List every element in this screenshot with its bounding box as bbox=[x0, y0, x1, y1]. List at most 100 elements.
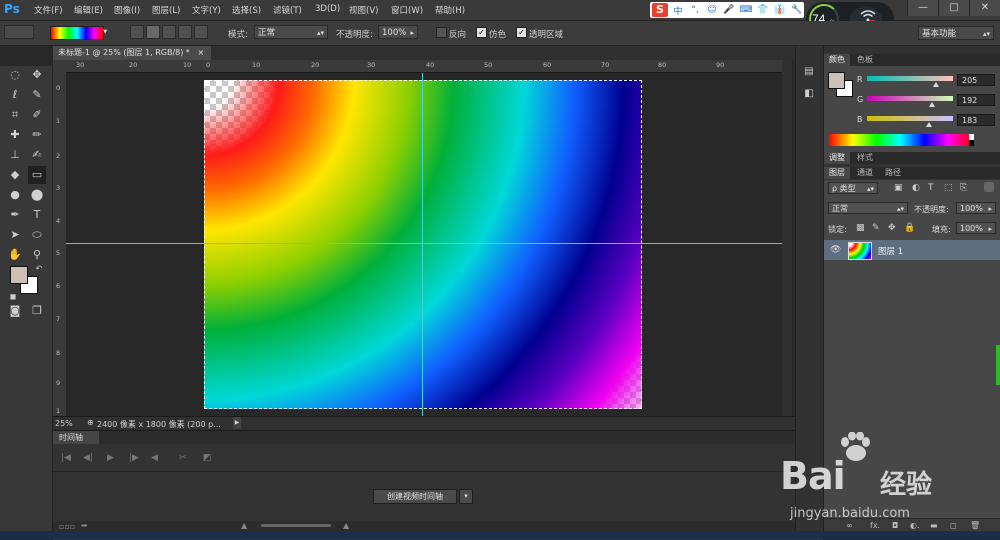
render-icon[interactable]: ➦ bbox=[81, 521, 88, 530]
tab-channels[interactable]: 通道 bbox=[852, 167, 878, 179]
chinese-mode-icon[interactable]: 中 bbox=[671, 4, 685, 17]
tab-layers[interactable]: 图层 bbox=[824, 167, 850, 179]
horizontal-guide[interactable] bbox=[66, 243, 782, 244]
menu-filter[interactable]: 滤镜(T) bbox=[273, 4, 302, 16]
red-slider-thumb[interactable] bbox=[932, 82, 939, 87]
quick-select-icon[interactable]: ✎ bbox=[28, 86, 46, 104]
keyboard-icon[interactable]: ⌨ bbox=[739, 5, 753, 15]
zoom-in-icon[interactable]: ▲ bbox=[343, 521, 349, 530]
swap-colors-icon[interactable]: ↶ bbox=[30, 260, 48, 278]
canvas-scrollbar[interactable] bbox=[782, 60, 792, 417]
shape-filter-icon[interactable]: ⬚ bbox=[944, 183, 953, 193]
menu-type[interactable]: 文字(Y) bbox=[192, 4, 221, 16]
scroll-indicator[interactable] bbox=[996, 345, 1000, 385]
close-button[interactable]: ✕ bbox=[969, 0, 1000, 16]
foreground-color-front[interactable] bbox=[10, 266, 28, 284]
lock-transparent-icon[interactable]: ▩ bbox=[856, 223, 865, 233]
menu-file[interactable]: 文件(F) bbox=[34, 4, 63, 16]
create-video-timeline-button[interactable]: 创建视频时间轴 bbox=[373, 489, 457, 504]
tab-styles[interactable]: 样式 bbox=[852, 152, 878, 164]
green-slider[interactable] bbox=[867, 96, 953, 101]
maximize-button[interactable]: □ bbox=[938, 0, 969, 16]
quick-mask-icon[interactable]: ◙ bbox=[6, 302, 24, 320]
color-spectrum-ramp[interactable] bbox=[829, 134, 972, 146]
layer-opacity-input[interactable]: 100% ▸ bbox=[956, 202, 996, 214]
type-filter-icon[interactable]: T bbox=[928, 183, 934, 193]
blur-tool-icon[interactable]: ● bbox=[6, 186, 24, 204]
menu-image[interactable]: 图像(I) bbox=[114, 4, 140, 16]
crop-tool-icon[interactable]: ⌗ bbox=[6, 106, 24, 124]
next-frame-icon[interactable]: |▶ bbox=[129, 453, 139, 463]
minimize-button[interactable]: — bbox=[907, 0, 938, 16]
red-slider[interactable] bbox=[867, 76, 953, 81]
ellipse-tool-icon[interactable]: ⬭ bbox=[28, 226, 46, 244]
workspace-select[interactable]: 基本功能 ▴▾ bbox=[918, 26, 994, 40]
chevron-down-icon[interactable]: ▾ bbox=[459, 489, 473, 504]
menu-help[interactable]: 帮助(H) bbox=[435, 4, 465, 16]
punctuation-icon[interactable]: °, bbox=[688, 5, 702, 15]
color-foreground-front[interactable] bbox=[828, 72, 845, 89]
horizontal-ruler[interactable]: 30 20 10 0 10 20 30 40 50 60 70 80 90 bbox=[66, 60, 782, 73]
zoom-level[interactable]: 25% bbox=[55, 419, 73, 428]
blue-value[interactable]: 183 bbox=[957, 114, 995, 126]
black-white-ramp[interactable] bbox=[969, 134, 974, 146]
document-image[interactable] bbox=[204, 80, 642, 409]
menu-window[interactable]: 窗口(W) bbox=[391, 4, 423, 16]
radial-gradient-button[interactable] bbox=[146, 25, 160, 39]
blue-slider-thumb[interactable] bbox=[925, 122, 932, 127]
menu-select[interactable]: 选择(S) bbox=[232, 4, 261, 16]
play-icon[interactable]: ▶ bbox=[107, 453, 114, 463]
canvas-area[interactable] bbox=[66, 73, 782, 416]
eye-icon[interactable]: 👁 bbox=[830, 245, 841, 255]
properties-panel-icon[interactable]: ◧ bbox=[800, 88, 818, 104]
linear-gradient-button[interactable] bbox=[130, 25, 144, 39]
document-tab[interactable]: 未标题-1 @ 25% (图层 1, RGB/8) * × bbox=[53, 46, 211, 60]
vertical-guide[interactable] bbox=[422, 73, 423, 416]
reverse-checkbox[interactable] bbox=[436, 27, 447, 38]
gradient-picker[interactable] bbox=[50, 26, 104, 40]
menu-layer[interactable]: 图层(L) bbox=[152, 4, 180, 16]
tool-preset-picker[interactable] bbox=[4, 25, 34, 39]
microphone-icon[interactable]: 🎤 bbox=[722, 5, 736, 15]
menu-3d[interactable]: 3D(D) bbox=[315, 4, 340, 14]
red-value[interactable]: 205 bbox=[957, 74, 995, 86]
dodge-tool-icon[interactable]: ⬤ bbox=[28, 186, 46, 204]
adjustment-filter-icon[interactable]: ◐ bbox=[912, 183, 920, 193]
lasso-tool-icon[interactable]: ℓ bbox=[6, 86, 24, 104]
mode-select[interactable]: 正常 ▴▾ bbox=[254, 25, 328, 39]
green-value[interactable]: 192 bbox=[957, 94, 995, 106]
path-select-icon[interactable]: ➤ bbox=[6, 226, 24, 244]
previous-frame-icon[interactable]: ◀| bbox=[83, 453, 93, 463]
screen-mode-icon[interactable]: ❐ bbox=[28, 302, 46, 320]
pixel-filter-icon[interactable]: ▣ bbox=[894, 183, 903, 193]
pen-tool-icon[interactable]: ✒ bbox=[6, 206, 24, 224]
skin-icon[interactable]: 👕 bbox=[756, 5, 770, 15]
blue-slider[interactable] bbox=[867, 116, 953, 121]
reflected-gradient-button[interactable] bbox=[178, 25, 192, 39]
transition-icon[interactable]: ◩ bbox=[203, 453, 212, 463]
menu-view[interactable]: 视图(V) bbox=[349, 4, 378, 16]
fill-input[interactable]: 100% ▸ bbox=[956, 222, 996, 234]
lock-pixels-icon[interactable]: ✎ bbox=[872, 223, 880, 233]
transparency-checkbox[interactable]: ✓ bbox=[516, 27, 527, 38]
close-tab-icon[interactable]: × bbox=[197, 48, 204, 57]
angle-gradient-button[interactable] bbox=[162, 25, 176, 39]
status-menu-icon[interactable]: ▶ bbox=[233, 417, 241, 429]
timeline-tab[interactable]: 时间轴 bbox=[53, 431, 99, 444]
lock-all-icon[interactable]: 🔒 bbox=[904, 223, 915, 233]
clone-stamp-icon[interactable]: ⊥ bbox=[6, 146, 24, 164]
share-icon[interactable]: ⊕ bbox=[87, 418, 94, 427]
blend-mode-select[interactable]: 正常 ▴▾ bbox=[828, 202, 908, 214]
filter-toggle-icon[interactable] bbox=[984, 182, 994, 192]
wrench-icon[interactable]: 🔧 bbox=[790, 5, 804, 15]
hand-tool-icon[interactable]: ✋ bbox=[6, 246, 24, 264]
green-slider-thumb[interactable] bbox=[928, 102, 935, 107]
emoji-icon[interactable]: ☺ bbox=[705, 5, 719, 15]
layer-filter-select[interactable]: ρ 类型 ▴▾ bbox=[828, 182, 878, 194]
shirt-icon[interactable]: 👔 bbox=[773, 5, 787, 15]
healing-brush-icon[interactable]: ✚ bbox=[6, 126, 24, 144]
tab-swatches[interactable]: 色板 bbox=[852, 54, 878, 66]
marquee-tool-icon[interactable]: ◌ bbox=[6, 66, 24, 84]
eyedropper-icon[interactable]: ✐ bbox=[28, 106, 46, 124]
sogou-logo-icon[interactable]: S bbox=[652, 3, 668, 17]
